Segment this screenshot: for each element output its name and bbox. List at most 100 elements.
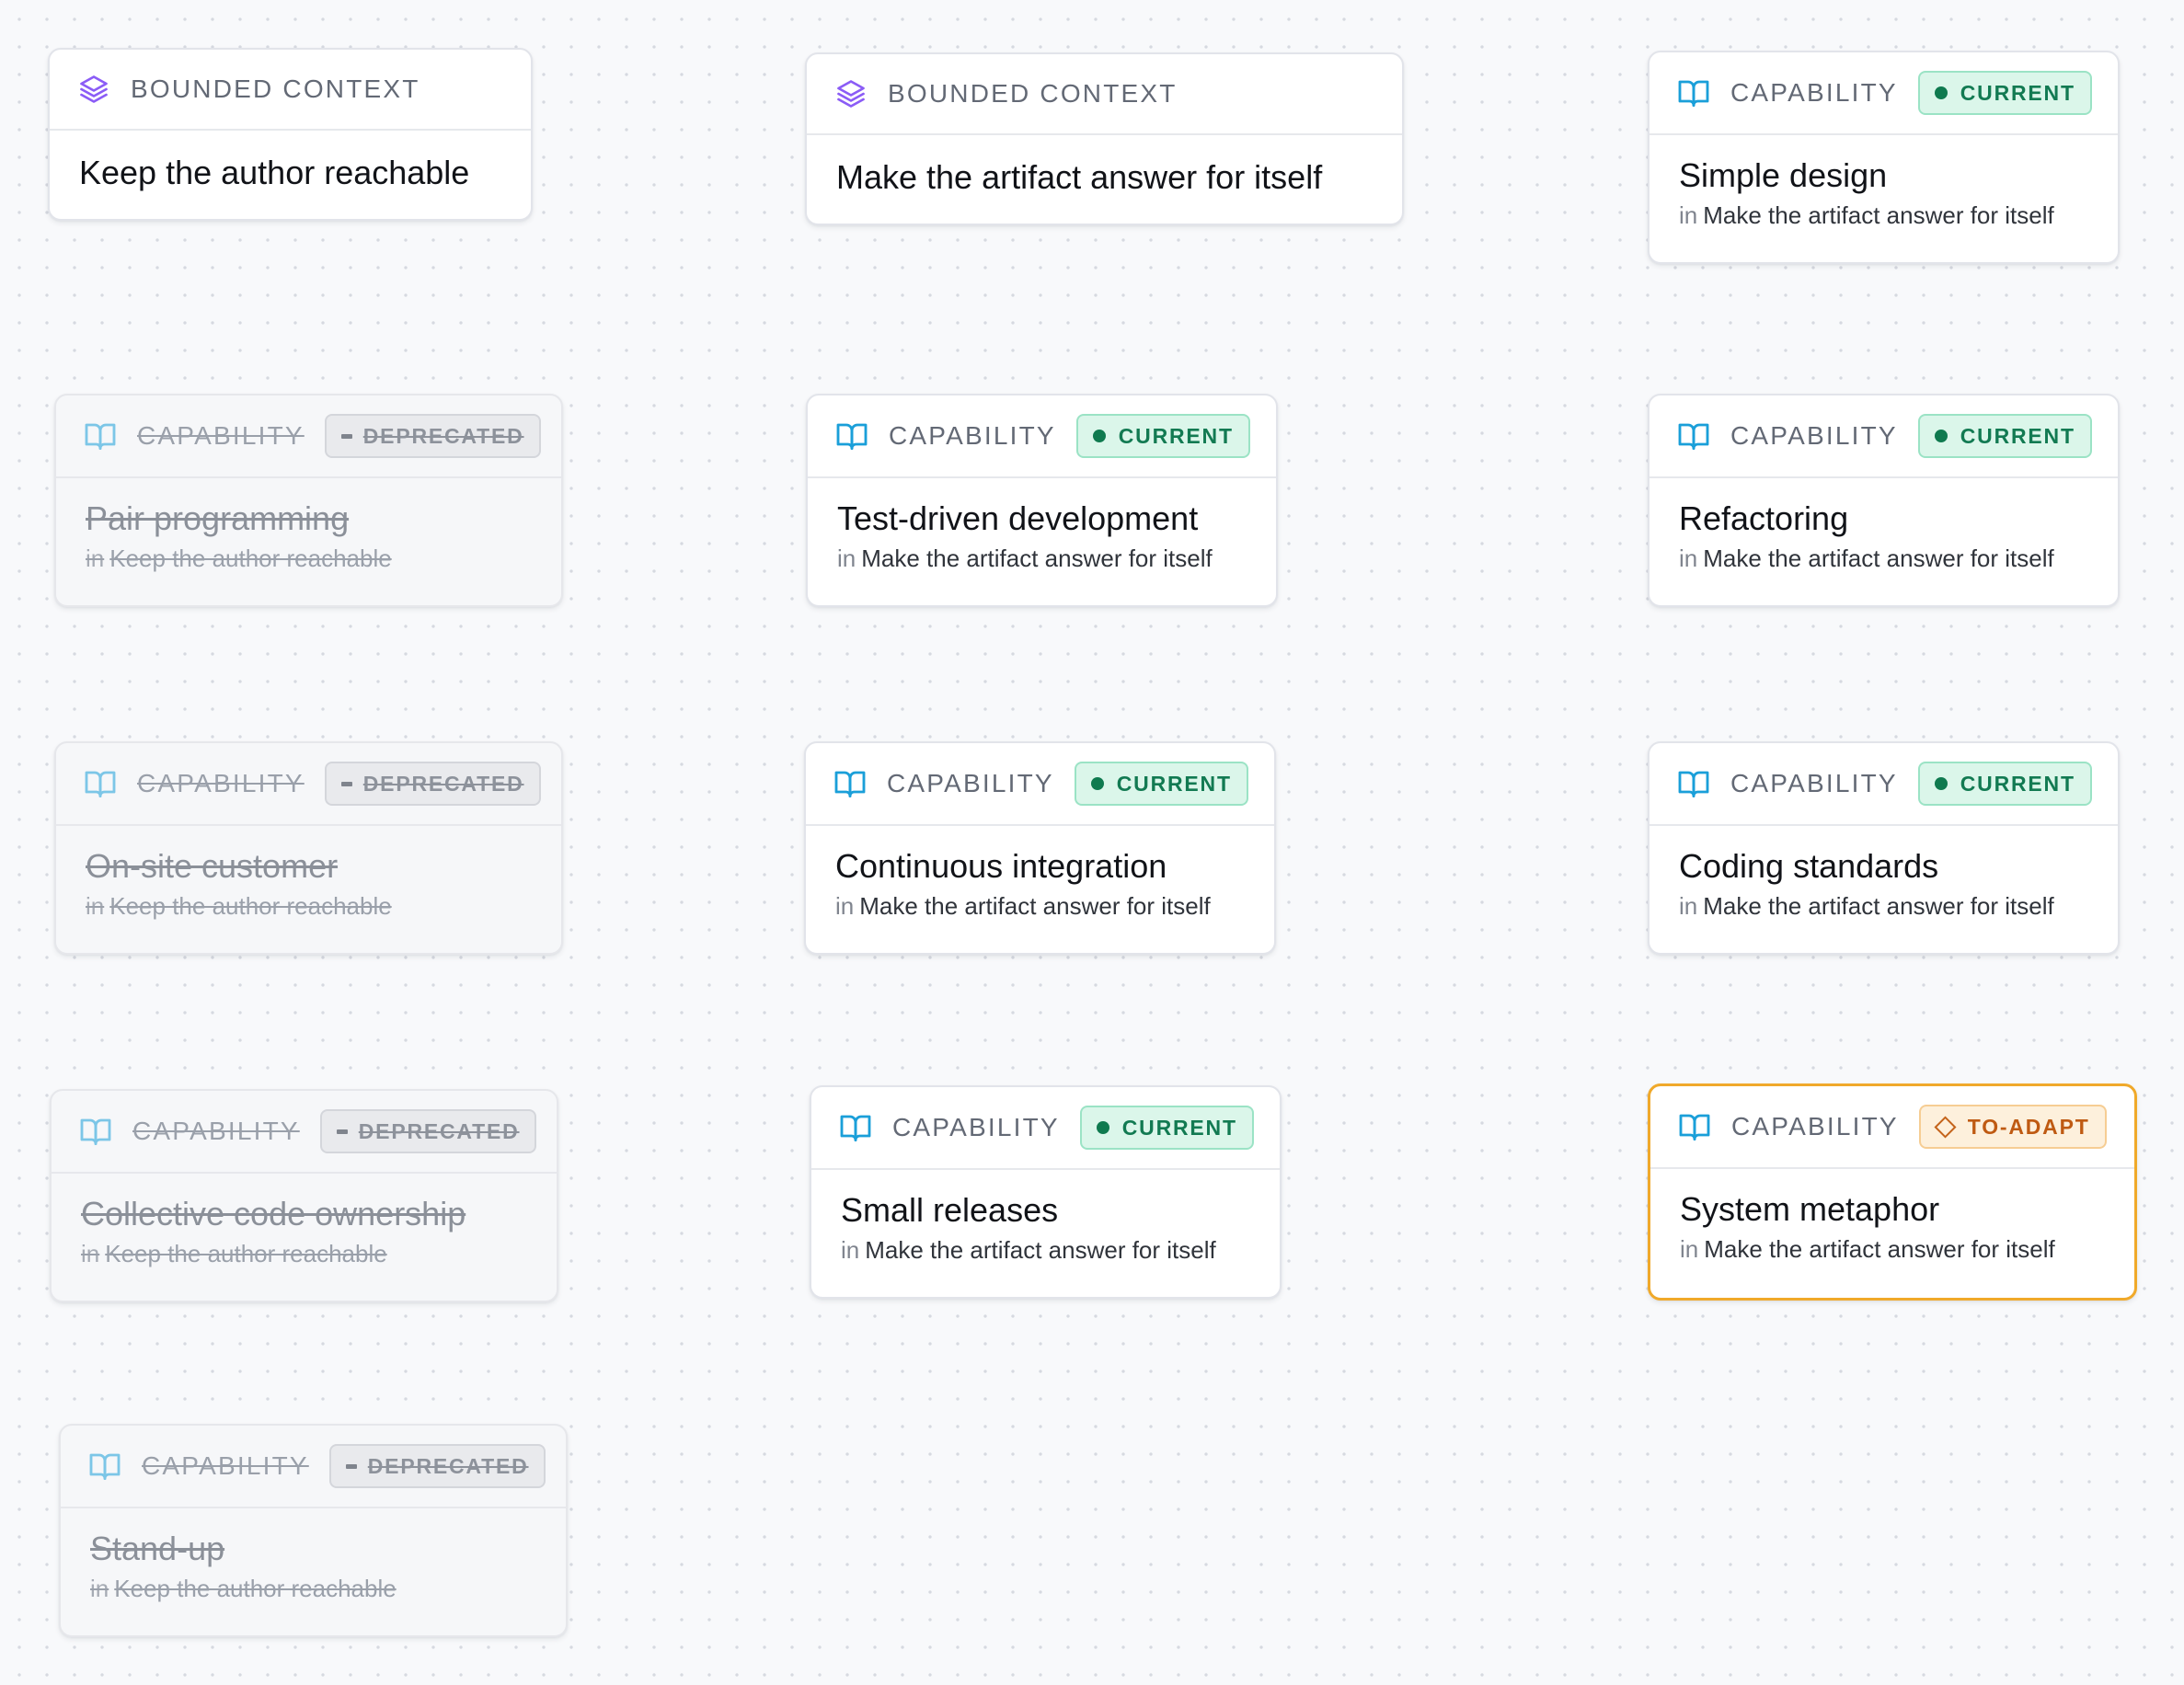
status-dot-icon <box>1090 777 1104 790</box>
node-title: Small releases <box>841 1191 1059 1229</box>
status-badge-label: DEPRECATED <box>362 771 524 796</box>
node-kind-label: CAPABILITY <box>1731 1112 1899 1141</box>
node-kind-label: CAPABILITY <box>892 1113 1060 1141</box>
node-context: in Make the artifact answer for itself <box>1679 544 2088 573</box>
minus-icon <box>340 781 352 786</box>
capability-node[interactable]: CAPABILITY DEPRECATED Stand-up in Keep th… <box>59 1424 568 1637</box>
bounded-context-node[interactable]: BOUNDED CONTEXT Keep the author reachabl… <box>48 48 533 221</box>
node-title: Simple design <box>1679 156 1888 194</box>
node-context: in Make the artifact answer for itself <box>835 892 1245 921</box>
book-open-icon <box>79 1115 112 1148</box>
book-open-icon <box>88 1450 121 1483</box>
context-name: Make the artifact answer for itself <box>861 544 1213 572</box>
diamond-icon <box>1934 1115 1957 1139</box>
capability-node[interactable]: CAPABILITY DEPRECATED Pair programming i… <box>54 394 563 607</box>
status-badge: CURRENT <box>1917 762 2092 806</box>
node-header: CAPABILITY CURRENT <box>806 743 1274 826</box>
context-prefix: in <box>90 1575 109 1602</box>
capability-node[interactable]: CAPABILITY CURRENT Coding standards in Ma… <box>1648 741 2120 955</box>
status-badge: CURRENT <box>1075 414 1250 458</box>
node-kind-label: CAPABILITY <box>1730 78 1898 107</box>
minus-icon <box>345 1463 357 1469</box>
diagram-canvas[interactable]: BOUNDED CONTEXT Keep the author reachabl… <box>0 0 2184 1685</box>
node-context: in Make the artifact answer for itself <box>837 544 1247 573</box>
node-body: System metaphor in Make the artifact answ… <box>1650 1169 2134 1264</box>
status-badge-label: CURRENT <box>1960 771 2075 796</box>
capability-node[interactable]: CAPABILITY CURRENT Continuous integratio… <box>804 741 1276 955</box>
capability-node[interactable]: CAPABILITY CURRENT Small releases in Make… <box>810 1085 1282 1299</box>
status-badge-label: CURRENT <box>1121 1115 1237 1140</box>
node-kind-label: CAPABILITY <box>137 421 305 450</box>
node-kind-label: CAPABILITY <box>887 769 1054 797</box>
status-dot-icon <box>1096 1121 1109 1134</box>
status-badge: CURRENT <box>1917 414 2092 458</box>
capability-node[interactable]: CAPABILITY TO-ADAPT System metaphor in Ma… <box>1648 1083 2137 1301</box>
status-badge: DEPRECATED <box>324 762 541 806</box>
node-body: Collective code ownership in Keep the aut… <box>52 1174 557 1268</box>
node-title: Pair programming <box>86 499 350 537</box>
node-body: Continuous integration in Make the artifa… <box>806 826 1274 921</box>
capability-node[interactable]: CAPABILITY CURRENT Refactoring in Make th… <box>1648 394 2120 607</box>
capability-node[interactable]: CAPABILITY DEPRECATED On-site customer i… <box>54 741 563 955</box>
minus-icon <box>340 433 352 439</box>
node-title: Keep the author reachable <box>79 154 470 191</box>
node-context: in Make the artifact answer for itself <box>841 1236 1250 1265</box>
book-open-icon <box>835 419 868 453</box>
status-badge: DEPRECATED <box>324 414 541 458</box>
node-body: Refactoring in Make the artifact answer f… <box>1649 478 2118 573</box>
status-badge-label: CURRENT <box>1960 80 2075 105</box>
context-prefix: in <box>1679 201 1698 229</box>
node-title: System metaphor <box>1680 1190 1940 1228</box>
node-header: CAPABILITY TO-ADAPT <box>1650 1086 2134 1169</box>
node-header: CAPABILITY DEPRECATED <box>56 743 561 826</box>
context-prefix: in <box>1680 1235 1699 1263</box>
node-title: Stand-up <box>90 1530 225 1567</box>
minus-icon <box>336 1129 348 1134</box>
status-badge: CURRENT <box>1074 762 1248 806</box>
node-title: Collective code ownership <box>81 1195 466 1232</box>
status-badge: DEPRECATED <box>328 1444 546 1488</box>
bounded-context-node[interactable]: BOUNDED CONTEXT Make the artifact answer… <box>805 52 1404 225</box>
node-title: On-site customer <box>86 847 339 885</box>
status-dot-icon <box>1934 777 1948 790</box>
node-context: in Make the artifact answer for itself <box>1680 1235 2105 1264</box>
context-prefix: in <box>86 544 105 572</box>
node-body: Small releases in Make the artifact answe… <box>811 1170 1280 1265</box>
node-kind-label: CAPABILITY <box>1730 421 1898 450</box>
status-badge: DEPRECATED <box>319 1109 536 1153</box>
context-prefix: in <box>86 892 105 920</box>
context-name: Keep the author reachable <box>105 1240 387 1267</box>
node-body: Test-driven development in Make the artif… <box>808 478 1276 573</box>
context-prefix: in <box>81 1240 100 1267</box>
status-badge-label: CURRENT <box>1960 423 2075 448</box>
book-open-icon <box>84 767 117 800</box>
context-prefix: in <box>835 892 855 920</box>
book-open-icon <box>1677 419 1710 453</box>
node-header: CAPABILITY DEPRECATED <box>61 1426 566 1508</box>
capability-node[interactable]: CAPABILITY DEPRECATED Collective code ow… <box>50 1089 558 1302</box>
node-body: Stand-up in Keep the author reachable <box>61 1508 566 1603</box>
node-kind-label: BOUNDED CONTEXT <box>131 75 420 103</box>
node-header: CAPABILITY DEPRECATED <box>56 395 561 478</box>
book-open-icon <box>833 767 867 800</box>
capability-node[interactable]: CAPABILITY CURRENT Simple design in Make … <box>1648 51 2120 264</box>
node-context: in Make the artifact answer for itself <box>1679 892 2088 921</box>
node-header: CAPABILITY CURRENT <box>811 1087 1280 1170</box>
node-context: in Keep the author reachable <box>86 544 532 573</box>
node-body: Keep the author reachable <box>50 131 531 191</box>
context-prefix: in <box>841 1236 860 1264</box>
node-context: in Keep the author reachable <box>86 892 532 921</box>
status-dot-icon <box>1934 86 1948 99</box>
status-badge: TO-ADAPT <box>1918 1105 2107 1149</box>
node-context: in Make the artifact answer for itself <box>1679 201 2088 230</box>
node-kind-label: CAPABILITY <box>137 769 305 797</box>
node-body: Make the artifact answer for itself <box>807 135 1402 196</box>
book-open-icon <box>1677 767 1710 800</box>
node-body: On-site customer in Keep the author reach… <box>56 826 561 921</box>
capability-node[interactable]: CAPABILITY CURRENT Test-driven developme… <box>806 394 1278 607</box>
status-badge: CURRENT <box>1917 71 2092 115</box>
status-dot-icon <box>1934 430 1948 442</box>
node-title: Make the artifact answer for itself <box>836 158 1323 196</box>
node-header: CAPABILITY CURRENT <box>808 395 1276 478</box>
context-prefix: in <box>837 544 856 572</box>
